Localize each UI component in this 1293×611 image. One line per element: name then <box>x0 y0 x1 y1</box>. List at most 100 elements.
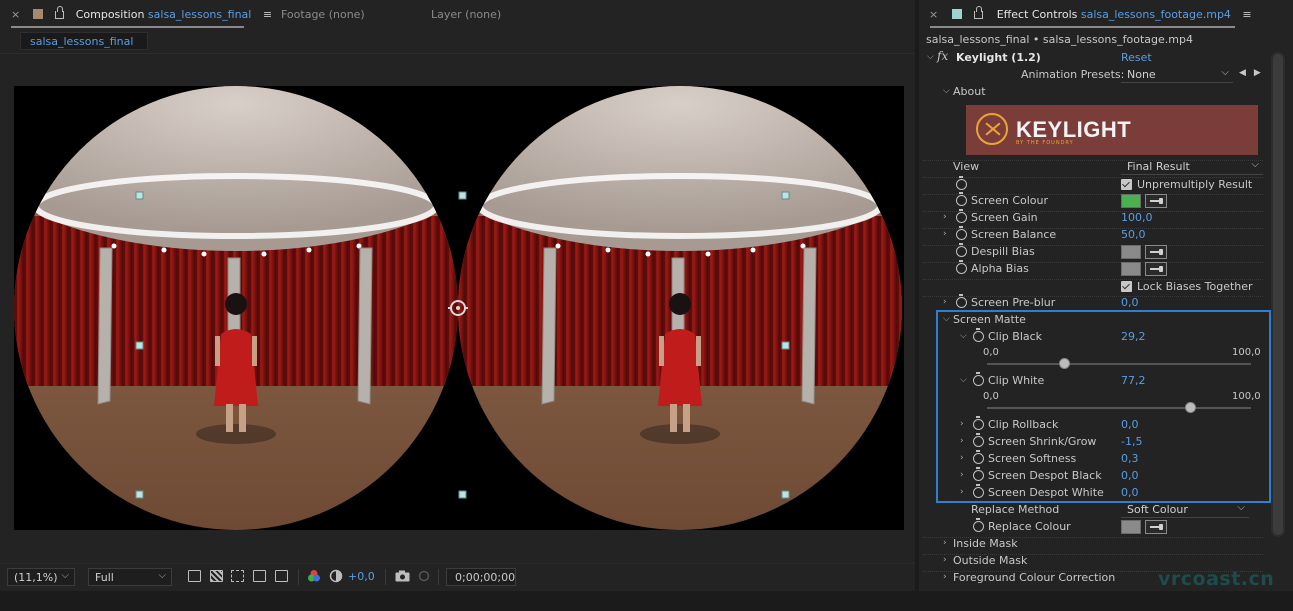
mask-visibility-icon[interactable] <box>231 570 244 582</box>
stopwatch-icon[interactable] <box>973 433 984 447</box>
region-of-interest-icon[interactable] <box>253 570 266 582</box>
close-tab-icon[interactable]: × <box>11 8 20 21</box>
screen-preblur-value[interactable]: 0,0 <box>1121 296 1139 309</box>
effect-header-keylight[interactable]: ⌵ fx Keylight (1.2) Reset <box>919 49 1269 67</box>
lock-icon[interactable] <box>974 6 984 19</box>
clip-white-value[interactable]: 77,2 <box>1121 374 1146 387</box>
alpha-bias-swatch[interactable] <box>1121 262 1141 276</box>
chevron-right-icon[interactable]: › <box>960 470 964 480</box>
vertical-scrollbar[interactable] <box>1271 52 1285 537</box>
tab-layer-name: salsa_lessons_footage.mp4 <box>1080 8 1231 21</box>
stopwatch-icon[interactable] <box>956 192 967 206</box>
zoom-value: (11,1%) <box>14 571 58 584</box>
screen-matte-label: Screen Matte <box>953 313 1026 326</box>
stopwatch-icon[interactable] <box>956 176 967 190</box>
chevron-right-icon[interactable]: › <box>960 436 964 446</box>
chevron-down-icon[interactable]: ⌵ <box>943 86 950 96</box>
clip-black-value[interactable]: 29,2 <box>1121 330 1146 343</box>
chevron-right-icon[interactable]: › <box>960 419 964 429</box>
slider-thumb[interactable] <box>1058 358 1070 369</box>
stopwatch-icon[interactable] <box>956 294 967 308</box>
stopwatch-icon[interactable] <box>973 467 984 481</box>
composition-canvas[interactable] <box>14 86 904 530</box>
slider-thumb[interactable] <box>1185 402 1197 413</box>
preset-nav-arrows[interactable]: ◀▶ <box>1239 68 1269 78</box>
current-time-field[interactable]: 0;00;00;00 <box>446 568 516 586</box>
stopwatch-icon[interactable] <box>973 484 984 498</box>
tab-composition[interactable]: × Composition salsa_lessons_final ≡ <box>11 6 272 26</box>
tab-effect-controls[interactable]: × Effect Controls salsa_lessons_footage.… <box>929 6 1252 21</box>
stopwatch-icon[interactable] <box>956 260 967 274</box>
composition-viewer[interactable] <box>0 55 915 563</box>
tab-footage[interactable]: Footage (none) <box>281 8 365 26</box>
composition-color-icon <box>32 9 43 19</box>
chevron-down-icon[interactable]: ⌵ <box>943 314 950 324</box>
despill-bias-swatch[interactable] <box>1121 245 1141 259</box>
unpremultiply-checkbox[interactable] <box>1121 179 1132 190</box>
replace-colour-swatch[interactable] <box>1121 520 1141 534</box>
stopwatch-icon[interactable] <box>973 518 984 532</box>
stopwatch-icon[interactable] <box>973 416 984 430</box>
transparency-grid-icon[interactable] <box>210 570 223 582</box>
fx-icon[interactable]: fx <box>937 49 948 63</box>
screen-balance-value[interactable]: 50,0 <box>1121 228 1146 241</box>
scrollbar-thumb[interactable] <box>1273 54 1283 535</box>
chevron-right-icon[interactable]: › <box>943 229 947 239</box>
close-tab-icon[interactable]: × <box>929 8 938 21</box>
snapshot-camera-icon[interactable] <box>395 570 410 582</box>
eyedropper-icon[interactable] <box>1145 194 1167 208</box>
eyedropper-icon[interactable] <box>1145 245 1167 259</box>
stopwatch-icon[interactable] <box>973 328 984 342</box>
show-channel-icon[interactable] <box>307 569 321 583</box>
slider-track[interactable] <box>987 407 1251 409</box>
screen-softness-value[interactable]: 0,3 <box>1121 452 1139 465</box>
replace-method-dropdown[interactable]: Soft Colour ⌵ <box>1121 502 1249 518</box>
resolution-dropdown[interactable]: Full ⌵ <box>88 568 172 586</box>
chevron-down-icon[interactable]: ⌵ <box>960 375 967 385</box>
screen-colour-swatch[interactable] <box>1121 194 1141 208</box>
chevron-right-icon[interactable]: › <box>943 572 947 582</box>
stopwatch-icon[interactable] <box>956 209 967 223</box>
stopwatch-icon[interactable] <box>956 226 967 240</box>
chevron-down-icon[interactable]: ⌵ <box>927 52 934 62</box>
about-row[interactable]: ⌵ About <box>919 84 1269 101</box>
inside-mask-group[interactable]: › Inside Mask <box>919 536 1269 553</box>
slider-track[interactable] <box>987 363 1251 365</box>
chevron-right-icon[interactable]: › <box>960 487 964 497</box>
stopwatch-icon[interactable] <box>973 450 984 464</box>
screen-shrink-grow-value[interactable]: -1,5 <box>1121 435 1142 448</box>
zoom-dropdown[interactable]: (11,1%) ⌵ <box>7 568 75 586</box>
chevron-right-icon[interactable]: › <box>943 555 947 565</box>
clip-black-slider[interactable]: 0,0 100,0 <box>919 347 1269 375</box>
stopwatch-icon[interactable] <box>973 372 984 386</box>
exposure-value[interactable]: +0,0 <box>348 570 375 583</box>
screen-despot-black-value[interactable]: 0,0 <box>1121 469 1139 482</box>
chevron-right-icon[interactable]: › <box>943 538 947 548</box>
clip-rollback-value[interactable]: 0,0 <box>1121 418 1139 431</box>
stopwatch-icon[interactable] <box>956 243 967 257</box>
eyedropper-icon[interactable] <box>1145 262 1167 276</box>
screen-despot-white-value[interactable]: 0,0 <box>1121 486 1139 499</box>
screen-matte-group[interactable]: ⌵ Screen Matte <box>919 312 1269 329</box>
view-dropdown[interactable]: Final Result ⌵ <box>1121 159 1263 175</box>
reset-link[interactable]: Reset <box>1121 51 1152 64</box>
tab-layer[interactable]: Layer (none) <box>431 8 501 26</box>
lock-biases-checkbox[interactable] <box>1121 281 1132 292</box>
guides-icon[interactable] <box>275 570 288 582</box>
chevron-right-icon[interactable]: › <box>943 297 947 307</box>
screen-gain-value[interactable]: 100,0 <box>1121 211 1153 224</box>
composition-subtab[interactable]: salsa_lessons_final <box>20 32 148 50</box>
clip-white-slider[interactable]: 0,0 100,0 <box>919 391 1269 419</box>
chevron-right-icon[interactable]: › <box>960 453 964 463</box>
show-snapshot-icon[interactable] <box>417 570 431 582</box>
panel-menu-icon[interactable]: ≡ <box>1242 8 1251 21</box>
screen-gain-row: › Screen Gain 100,0 <box>919 209 1269 227</box>
chevron-right-icon[interactable]: › <box>943 212 947 222</box>
fast-previews-icon[interactable] <box>188 570 201 582</box>
panel-menu-icon[interactable]: ≡ <box>263 8 272 21</box>
lock-icon[interactable] <box>55 6 65 19</box>
animation-presets-dropdown[interactable]: None ⌵ <box>1121 67 1233 83</box>
chevron-down-icon[interactable]: ⌵ <box>960 331 967 341</box>
reset-exposure-icon[interactable] <box>329 569 343 583</box>
eyedropper-icon[interactable] <box>1145 520 1167 534</box>
